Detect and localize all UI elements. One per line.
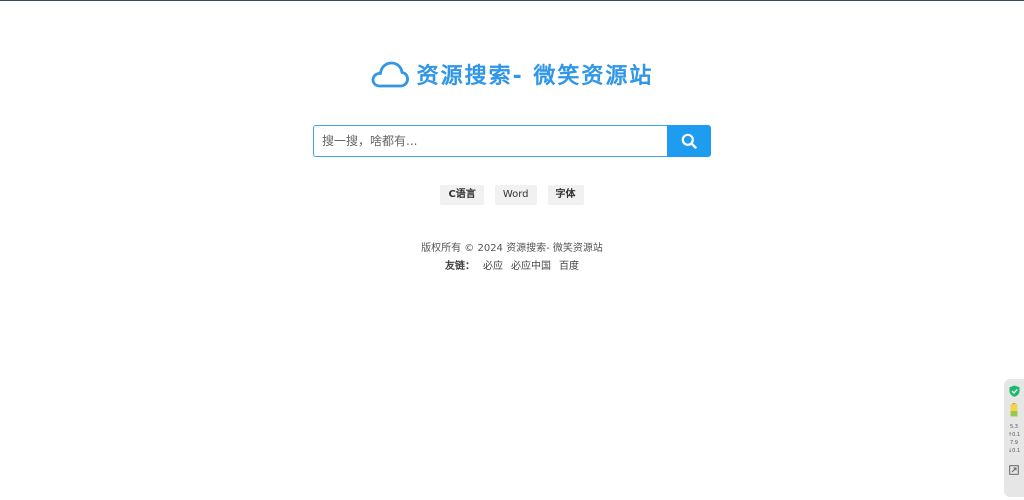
cloud-icon — [371, 61, 409, 88]
expand-icon[interactable] — [1009, 465, 1019, 475]
stat-value: ↓0.1 — [1007, 448, 1021, 454]
site-title: 资源搜索- 微笑资源站 — [416, 64, 654, 89]
copyright-text: 版权所有 © 2024 资源搜索- 微笑资源站 — [421, 243, 603, 254]
search-bar — [313, 125, 711, 157]
friend-links: 友链： 必应 必应中国 百度 — [0, 257, 1024, 272]
stat-value: 7.9 — [1010, 440, 1018, 446]
search-input[interactable] — [313, 125, 667, 157]
hot-tags: C语言 Word 字体 — [0, 185, 1024, 205]
stat-value: 5.3 — [1010, 424, 1018, 430]
shield-icon — [1009, 385, 1019, 397]
stat-readout: 5.3 ↑0.1 7.9 ↓0.1 — [1008, 423, 1020, 455]
link-bing-china[interactable]: 必应中国 — [511, 257, 551, 272]
stat-value: ↑0.1 — [1007, 432, 1021, 438]
link-baidu[interactable]: 百度 — [559, 257, 579, 272]
page: 资源搜索- 微笑资源站 C语言 Word 字体 版权所有 © 2024 资源搜索… — [0, 0, 1024, 500]
search-icon — [681, 133, 697, 149]
battery-icon — [1010, 403, 1018, 417]
friend-links-label: 友链： — [445, 261, 475, 272]
tag-c-language[interactable]: C语言 — [440, 185, 484, 205]
search-button[interactable] — [667, 125, 711, 157]
tag-font[interactable]: 字体 — [547, 185, 584, 205]
site-logo[interactable]: 资源搜索- 微笑资源站 — [0, 58, 1024, 90]
side-monitor-widget[interactable]: 5.3 ↑0.1 7.9 ↓0.1 — [1004, 379, 1024, 497]
tag-word[interactable]: Word — [494, 185, 537, 205]
link-bing[interactable]: 必应 — [483, 257, 503, 272]
